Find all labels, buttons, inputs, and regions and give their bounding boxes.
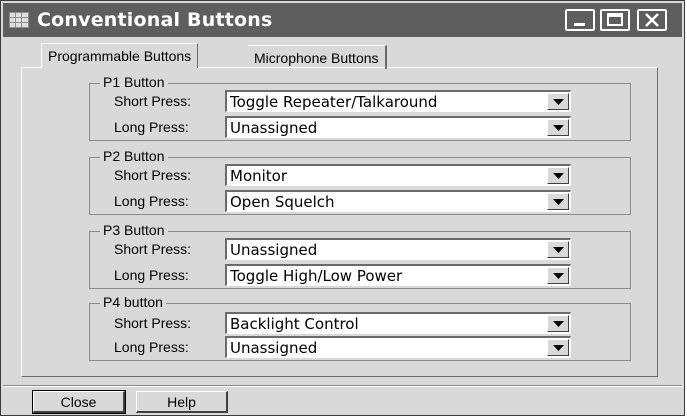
short-press-label: Short Press: [114, 315, 192, 331]
group-title: P3 Button [100, 222, 168, 238]
dropdown-button[interactable] [547, 167, 569, 184]
short-press-label: Short Press: [114, 241, 192, 257]
maximize-icon [607, 13, 623, 26]
close-button[interactable]: Close [32, 390, 126, 414]
dropdown-button[interactable] [547, 193, 569, 210]
dropdown-button[interactable] [547, 267, 569, 284]
tab-programmable-buttons[interactable]: Programmable Buttons [41, 43, 199, 68]
p1-short-press-select[interactable]: Toggle Repeater/Talkaround [225, 90, 571, 112]
long-press-label: Long Press: [114, 119, 189, 135]
selected-value: Unassigned [230, 119, 318, 137]
chevron-down-icon [553, 173, 564, 179]
footer-divider [3, 385, 682, 387]
selected-value: Unassigned [230, 339, 318, 357]
chevron-down-icon [553, 345, 564, 351]
group-title: P4 button [100, 294, 166, 310]
selected-value: Backlight Control [230, 315, 359, 333]
long-press-label: Long Press: [114, 267, 189, 283]
group-title: P1 Button [100, 74, 168, 90]
short-press-label: Short Press: [114, 93, 192, 109]
dropdown-button[interactable] [547, 339, 569, 356]
help-button[interactable]: Help [136, 391, 228, 413]
minimize-button[interactable] [565, 9, 595, 31]
p2-short-press-select[interactable]: Monitor [225, 164, 571, 186]
selected-value: Unassigned [230, 241, 318, 259]
long-press-label: Long Press: [114, 339, 189, 355]
p1-long-press-select[interactable]: Unassigned [225, 116, 571, 138]
tab-microphone-buttons[interactable]: Microphone Buttons [248, 45, 387, 69]
window-title: Conventional Buttons [37, 9, 273, 31]
close-icon [645, 13, 659, 27]
chevron-down-icon [553, 321, 564, 327]
dropdown-button[interactable] [547, 241, 569, 258]
p2-long-press-select[interactable]: Open Squelch [225, 190, 571, 212]
p3-short-press-select[interactable]: Unassigned [225, 238, 571, 260]
chevron-down-icon [553, 273, 564, 279]
p3-long-press-select[interactable]: Toggle High/Low Power [225, 264, 571, 286]
chevron-down-icon [553, 199, 564, 205]
p4-long-press-select[interactable]: Unassigned [225, 336, 571, 358]
selected-value: Toggle High/Low Power [230, 267, 403, 285]
group-title: P2 Button [100, 148, 168, 164]
short-press-label: Short Press: [114, 167, 192, 183]
dropdown-button[interactable] [547, 93, 569, 110]
selected-value: Toggle Repeater/Talkaround [230, 93, 438, 111]
dropdown-button[interactable] [547, 119, 569, 136]
selected-value: Monitor [230, 167, 288, 185]
dropdown-button[interactable] [547, 315, 569, 332]
title-bar[interactable]: Conventional Buttons [3, 3, 682, 37]
close-window-button[interactable] [637, 9, 667, 31]
dialog-window: Conventional Buttons Programmable Button… [0, 0, 685, 416]
maximize-button[interactable] [600, 9, 630, 31]
p4-short-press-select[interactable]: Backlight Control [225, 312, 571, 334]
selected-value: Open Squelch [230, 193, 335, 211]
app-grid-icon [9, 12, 29, 28]
long-press-label: Long Press: [114, 193, 189, 209]
chevron-down-icon [553, 125, 564, 131]
minimize-icon [574, 23, 585, 26]
chevron-down-icon [553, 247, 564, 253]
chevron-down-icon [553, 99, 564, 105]
